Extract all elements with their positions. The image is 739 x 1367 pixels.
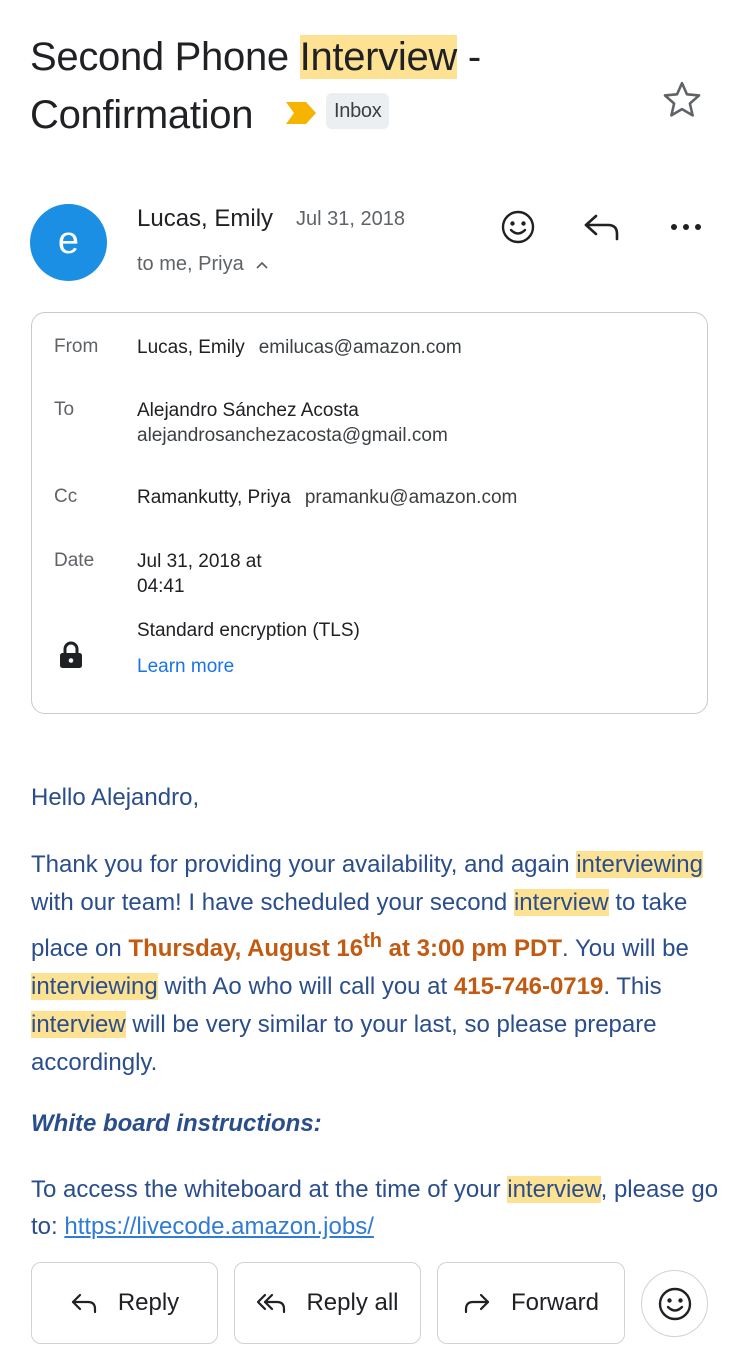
reply-button-top[interactable] bbox=[580, 205, 624, 249]
forward-button[interactable]: Forward bbox=[437, 1262, 625, 1344]
chevron-up-icon bbox=[256, 261, 268, 269]
date-suffix: th bbox=[363, 930, 382, 952]
interview-time: at 3:00 pm PDT bbox=[382, 935, 563, 962]
sender-date: Jul 31, 2018 bbox=[296, 208, 405, 230]
p1-text-b: with our team! I have scheduled your sec… bbox=[31, 889, 514, 916]
learn-more-link[interactable]: Learn more bbox=[137, 654, 234, 679]
to-email[interactable]: alejandrosanchezacosta@gmail.com bbox=[137, 423, 448, 448]
cc-value: Ramankutty, Priya pramanku@amazon.com bbox=[137, 485, 517, 510]
to-name: Alejandro Sánchez Acosta bbox=[137, 400, 359, 421]
search-highlight: interview bbox=[31, 1011, 126, 1038]
from-name: Lucas, Emily bbox=[137, 337, 245, 358]
sender-avatar[interactable]: e bbox=[30, 204, 107, 281]
date-value: Jul 31, 2018 at 04:41 bbox=[137, 549, 262, 599]
reply-icon bbox=[584, 214, 619, 241]
greeting: Hello Alejandro, bbox=[31, 784, 200, 811]
recipients-toggle[interactable]: to me, Priya bbox=[137, 253, 269, 276]
encryption-text: Standard encryption (TLS) bbox=[137, 620, 360, 641]
from-value: Lucas, Emily emilucas@amazon.com bbox=[137, 335, 462, 360]
reply-icon bbox=[71, 1293, 96, 1314]
emoji-icon bbox=[501, 210, 535, 244]
more-horizontal-icon bbox=[671, 224, 701, 230]
body-paragraph-2: To access the whiteboard at the time of … bbox=[31, 1171, 721, 1245]
phone-number[interactable]: 415-746-0719 bbox=[454, 973, 603, 1000]
p1-text-d: . You will be bbox=[562, 935, 689, 962]
lock-icon bbox=[60, 641, 82, 668]
recipients-summary: to me, Priya bbox=[137, 253, 244, 275]
search-highlight: interviewing bbox=[576, 851, 703, 878]
subject-text-part1: Second Phone bbox=[30, 35, 300, 79]
more-options-button[interactable] bbox=[664, 205, 708, 249]
star-icon[interactable] bbox=[660, 78, 704, 122]
date-line2: 04:41 bbox=[137, 576, 185, 597]
inbox-label-chip[interactable]: Inbox bbox=[326, 93, 390, 130]
reply-all-icon bbox=[257, 1293, 286, 1314]
p1-text-f: . This bbox=[603, 973, 662, 1000]
subject-highlight: Interview bbox=[299, 35, 458, 79]
date-line1: Jul 31, 2018 at bbox=[137, 551, 262, 572]
p1-text-e: with Ao who will call you at bbox=[157, 973, 454, 1000]
to-label: To bbox=[54, 399, 75, 420]
search-highlight: interview bbox=[507, 1176, 601, 1203]
message-details-card: From Lucas, Emily emilucas@amazon.com To … bbox=[31, 312, 708, 714]
from-email[interactable]: emilucas@amazon.com bbox=[259, 337, 462, 358]
p2-text-a: To access the whiteboard at the time of … bbox=[31, 1176, 508, 1203]
reply-all-button[interactable]: Reply all bbox=[234, 1262, 421, 1344]
p1-text-a: Thank you for providing your availabilit… bbox=[31, 851, 577, 878]
forward-label: Forward bbox=[510, 1289, 600, 1316]
email-subject: Second Phone Interview - Confirmation In… bbox=[30, 28, 630, 144]
body-paragraph-1: Thank you for providing your availabilit… bbox=[31, 846, 721, 1082]
important-marker-icon[interactable] bbox=[284, 100, 318, 126]
cc-name: Ramankutty, Priya bbox=[137, 487, 291, 508]
to-value: Alejandro Sánchez Acosta alejandrosanche… bbox=[137, 398, 448, 448]
interview-date: Thursday, August 16th at 3:00 pm PDT bbox=[128, 930, 563, 962]
date-label: Date bbox=[54, 550, 95, 571]
search-highlight: interviewing bbox=[31, 973, 158, 1000]
forward-icon bbox=[464, 1293, 490, 1314]
reply-button[interactable]: Reply bbox=[31, 1262, 218, 1344]
emoji-icon bbox=[658, 1287, 691, 1320]
from-label: From bbox=[54, 336, 99, 357]
whiteboard-heading: White board instructions: bbox=[31, 1110, 322, 1137]
sender-name: Lucas, Emily bbox=[137, 205, 274, 232]
cc-label: Cc bbox=[54, 486, 78, 507]
search-highlight: interview bbox=[513, 889, 609, 916]
p1-text-g: will be very similar to your last, so pl… bbox=[31, 1011, 657, 1076]
react-emoji-button[interactable] bbox=[641, 1270, 708, 1337]
livecode-link[interactable]: https://livecode.amazon.jobs/ bbox=[64, 1213, 374, 1240]
interview-date-text: Thursday, August 16 bbox=[128, 935, 364, 962]
reply-all-label: Reply all bbox=[306, 1289, 399, 1316]
cc-email[interactable]: pramanku@amazon.com bbox=[305, 487, 518, 508]
reply-label: Reply bbox=[117, 1289, 180, 1316]
add-reaction-button[interactable] bbox=[496, 205, 540, 249]
